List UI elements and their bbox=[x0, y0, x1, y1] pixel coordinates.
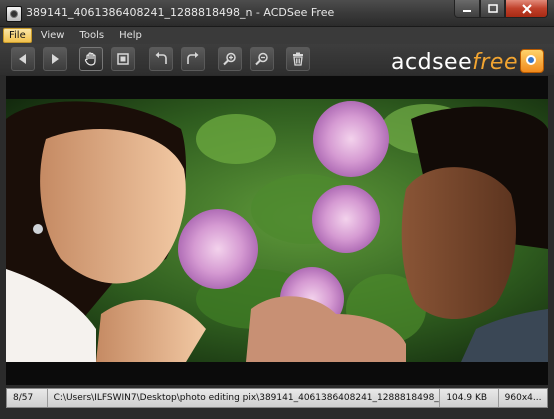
previous-button[interactable] bbox=[11, 47, 35, 71]
title-bar[interactable]: 389141_40613864082​41_1288818498_n - ACD… bbox=[0, 0, 554, 27]
delete-button[interactable] bbox=[286, 47, 310, 71]
hand-tool-button[interactable] bbox=[79, 47, 103, 71]
minimize-button[interactable] bbox=[454, 0, 480, 18]
acdsee-window: 389141_40613864082​41_1288818498_n - ACD… bbox=[0, 0, 554, 419]
fit-screen-button[interactable] bbox=[111, 47, 135, 71]
menu-file[interactable]: File bbox=[3, 28, 32, 43]
photo-image bbox=[6, 99, 548, 362]
maximize-button[interactable] bbox=[480, 0, 505, 18]
close-icon bbox=[521, 3, 532, 14]
menu-tools[interactable]: Tools bbox=[73, 28, 110, 43]
previous-icon bbox=[19, 54, 26, 64]
status-bar: 8/57 C:\Users\ILFSWIN7\Desktop\photo edi… bbox=[6, 388, 548, 408]
logo-edition: free bbox=[472, 50, 518, 75]
rotate-left-button[interactable] bbox=[149, 47, 173, 71]
rotate-right-button[interactable] bbox=[181, 47, 205, 71]
logo-camera-icon bbox=[520, 49, 544, 73]
next-button[interactable] bbox=[43, 47, 67, 71]
menu-view[interactable]: View bbox=[35, 28, 71, 43]
zoom-in-button[interactable] bbox=[218, 47, 242, 71]
window-controls bbox=[454, 0, 548, 18]
window-title: 389141_40613864082​41_1288818498_n - ACD… bbox=[26, 6, 335, 19]
delete-icon bbox=[293, 52, 303, 66]
logo-brand: acdsee bbox=[391, 50, 473, 75]
hand-tool-icon bbox=[84, 52, 96, 66]
image-dimensions: 960x4... bbox=[504, 393, 542, 403]
file-path: C:\Users\ILFSWIN7\Desktop\photo editing … bbox=[48, 389, 441, 407]
window-bottom-edge bbox=[0, 408, 554, 419]
image-viewer[interactable] bbox=[6, 76, 548, 385]
app-camera-icon[interactable] bbox=[6, 6, 22, 22]
acdsee-free-logo: acdseefree bbox=[391, 50, 518, 75]
menu-bar: File View Tools Help bbox=[0, 27, 554, 44]
zoom-out-button[interactable] bbox=[250, 47, 274, 71]
close-button[interactable] bbox=[505, 0, 548, 18]
fit-screen-icon bbox=[117, 53, 129, 65]
zoom-out-icon bbox=[255, 52, 268, 66]
image-index: 8/57 bbox=[7, 389, 48, 407]
rotate-left-icon bbox=[155, 52, 167, 64]
zoom-in-icon bbox=[223, 52, 236, 66]
file-size: 104.9 KB bbox=[440, 389, 499, 407]
minimize-icon bbox=[463, 9, 471, 12]
next-icon bbox=[52, 54, 59, 64]
maximize-icon bbox=[487, 3, 498, 13]
menu-help[interactable]: Help bbox=[113, 28, 148, 43]
rotate-right-icon bbox=[187, 52, 199, 64]
